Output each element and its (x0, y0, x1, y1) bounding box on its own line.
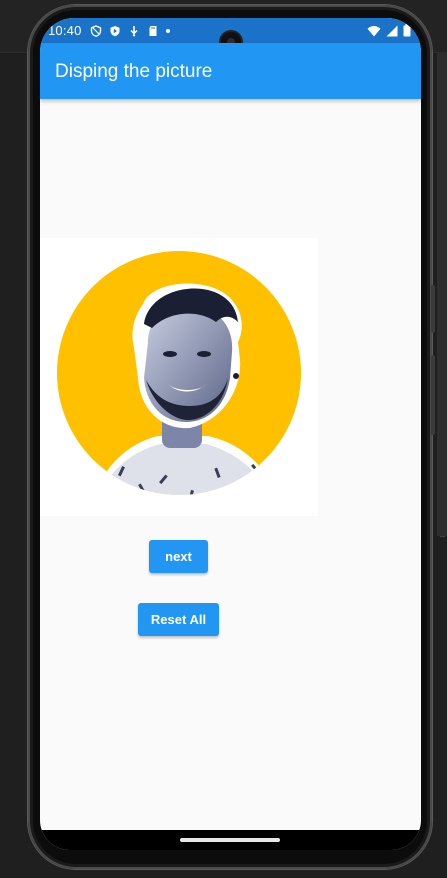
app-bar: Disping the picture (40, 43, 421, 99)
phone-frame: 10:40 Disping the picture next Reset All (28, 5, 435, 869)
notification-dot-icon (166, 28, 170, 33)
signal-icon (386, 25, 398, 36)
power-button (431, 285, 435, 333)
download-icon (130, 25, 138, 36)
phone-screen: 10:40 Disping the picture next Reset All (40, 18, 421, 850)
volume-button (431, 355, 435, 435)
status-system-icons (367, 22, 411, 39)
ide-panel-edge (440, 536, 445, 537)
sd-card-icon (149, 25, 157, 36)
status-time: 10:40 (48, 23, 82, 38)
play-protect-icon (110, 25, 120, 36)
reset-all-button[interactable]: Reset All (138, 603, 219, 636)
next-button[interactable]: next (149, 540, 208, 573)
ide-side-panel (437, 52, 447, 536)
navigation-bar (40, 830, 421, 850)
home-gesture-handle[interactable] (180, 838, 280, 842)
shield-outline-icon (90, 24, 102, 37)
status-notification-icons (90, 22, 170, 39)
wifi-icon (367, 25, 381, 36)
app-title: Disping the picture (55, 61, 213, 82)
battery-icon (403, 24, 411, 37)
profile-photo[interactable] (40, 238, 318, 516)
